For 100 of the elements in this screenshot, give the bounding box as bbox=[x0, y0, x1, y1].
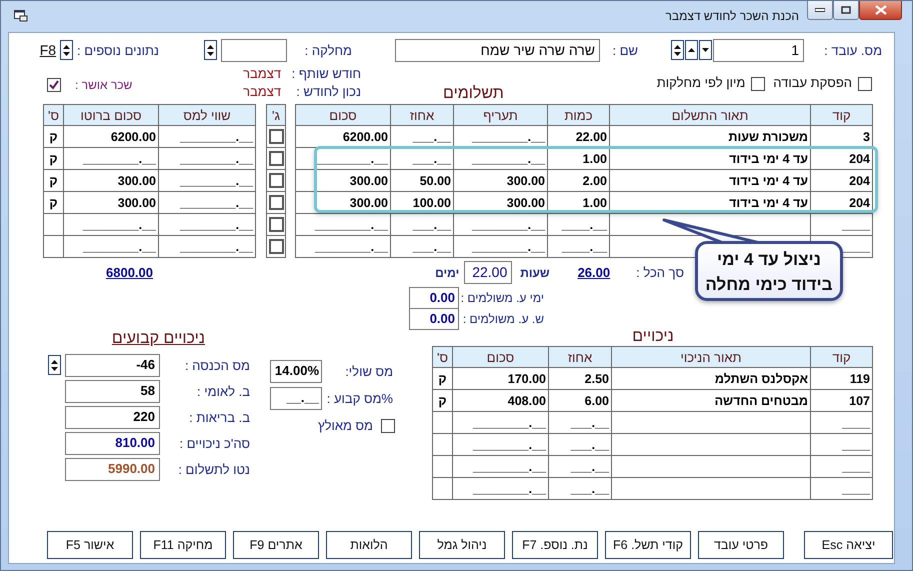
action-button[interactable]: נת. נוספ. F7 bbox=[512, 531, 598, 559]
amount-field[interactable]: 58 bbox=[65, 380, 160, 402]
checkbox[interactable] bbox=[268, 239, 284, 254]
amount-field[interactable]: 810.00 bbox=[65, 432, 160, 454]
spin-button[interactable] bbox=[48, 355, 61, 375]
field-label: מס הכנסה : bbox=[184, 358, 250, 372]
table-cell: עד 4 ימי בידוד bbox=[729, 196, 808, 210]
maximize-button[interactable] bbox=[833, 1, 859, 20]
table-cell: ___.__ bbox=[570, 460, 609, 474]
table-cell: ________.__ bbox=[180, 174, 253, 188]
table-cell: ____ bbox=[842, 416, 870, 430]
checkbox[interactable] bbox=[381, 418, 395, 432]
minimize-button[interactable] bbox=[807, 1, 833, 20]
action-button[interactable]: קודי תשל. F6 bbox=[605, 531, 691, 559]
table-cell: ________.__ bbox=[83, 218, 156, 232]
name-field[interactable]: שרה שרה שיר שמח bbox=[395, 38, 600, 62]
paid-field[interactable]: 0.00 bbox=[409, 308, 459, 330]
field-label: %מס קבוע : bbox=[326, 391, 393, 406]
up-down-arrows-icon bbox=[51, 360, 58, 370]
table-cell: 100.00 bbox=[412, 196, 451, 210]
column-header: אחוז bbox=[548, 346, 612, 368]
maximize-icon bbox=[841, 6, 851, 14]
spin-button[interactable] bbox=[60, 40, 74, 60]
checkbox-label: מס מאולץ bbox=[318, 418, 373, 433]
table-cell: ____ bbox=[842, 482, 870, 496]
table-cell: ________.__ bbox=[180, 196, 253, 210]
department-field[interactable] bbox=[221, 38, 287, 62]
table-cell: ___.__ bbox=[570, 438, 609, 452]
table-cell: 170.00 bbox=[508, 372, 546, 386]
table-cell: ק bbox=[438, 394, 447, 408]
table-cell: מבטחים החדשה bbox=[714, 394, 808, 408]
table-cell: ___.__ bbox=[412, 130, 451, 144]
spin-button[interactable] bbox=[204, 40, 217, 60]
unit-label: שעות bbox=[520, 266, 550, 280]
table-cell: ________.__ bbox=[473, 416, 546, 430]
close-button[interactable] bbox=[859, 1, 902, 20]
table-cell: 300.00 bbox=[506, 196, 545, 210]
minimize-icon bbox=[815, 8, 825, 12]
action-button[interactable]: יציאה Esc bbox=[804, 531, 893, 559]
checkbox-label: שכר אושר : bbox=[75, 78, 132, 92]
total-value[interactable]: 26.00 bbox=[578, 265, 610, 280]
checkbox[interactable] bbox=[751, 77, 766, 91]
amount-field[interactable]: -46 bbox=[65, 354, 160, 376]
action-button[interactable]: אתרים F9 bbox=[233, 531, 319, 559]
table-cell: ק bbox=[49, 152, 58, 166]
table-cell: ק bbox=[49, 174, 58, 188]
table-cell: 22.00 bbox=[576, 130, 607, 144]
table-cell: 408.00 bbox=[508, 394, 546, 408]
table-cell: ________.__ bbox=[472, 218, 545, 232]
up-button[interactable] bbox=[685, 40, 698, 60]
down-button[interactable] bbox=[699, 40, 712, 60]
action-button[interactable]: הלואות bbox=[326, 531, 412, 559]
spin-button[interactable] bbox=[671, 40, 684, 60]
checkbox[interactable] bbox=[268, 129, 284, 144]
table-cell: ________.__ bbox=[83, 240, 156, 254]
field-label: סה'כ ניכויים : bbox=[178, 436, 250, 450]
info-label: נכון לחודש : bbox=[295, 84, 362, 98]
table-cell: 107 bbox=[849, 394, 870, 408]
action-button[interactable]: ניהול גמל bbox=[419, 531, 505, 559]
marginal-tax-field[interactable]: 14.00% bbox=[270, 360, 322, 383]
table-cell: ____ bbox=[842, 460, 870, 474]
table-cell: ____.__ bbox=[562, 218, 607, 232]
column-header: ס' bbox=[432, 346, 452, 368]
section-title: ניכויים bbox=[632, 328, 674, 345]
action-button[interactable]: מחיקה F11 bbox=[140, 531, 226, 559]
checkbox[interactable] bbox=[268, 173, 284, 188]
checkbox[interactable] bbox=[268, 195, 284, 210]
close-icon bbox=[874, 5, 886, 15]
field-label: ש. ע. משולמים : bbox=[462, 312, 544, 326]
table-cell: ___.__ bbox=[570, 482, 609, 496]
table-cell: עד 4 ימי בידוד bbox=[729, 174, 808, 188]
amount-field[interactable]: 5990.00 bbox=[65, 458, 160, 480]
table-cell: אקסלנס השתלמ bbox=[714, 372, 808, 386]
checkbox[interactable] bbox=[268, 217, 284, 232]
gross-total[interactable]: 6800.00 bbox=[106, 265, 153, 280]
fixed-tax-field[interactable]: __.__ bbox=[270, 387, 322, 410]
unit-label: ימים bbox=[435, 266, 460, 280]
up-down-arrows-icon bbox=[207, 44, 214, 56]
table-cell: 2.50 bbox=[584, 372, 609, 386]
table-cell: ________.__ bbox=[180, 130, 253, 144]
table-cell: 300.00 bbox=[506, 174, 545, 188]
table-cell: ________.__ bbox=[473, 438, 546, 452]
table-cell: 1.00 bbox=[582, 196, 607, 210]
checkbox[interactable] bbox=[47, 78, 61, 92]
checkbox[interactable] bbox=[858, 77, 872, 91]
table-cell: 1.00 bbox=[582, 152, 607, 166]
paid-field[interactable]: 0.00 bbox=[409, 286, 459, 308]
table-cell: 300.00 bbox=[118, 196, 156, 210]
amount-field[interactable]: 220 bbox=[65, 406, 160, 428]
month-value: דצמבר bbox=[243, 84, 282, 98]
checkbox-label: הפסקת עבודה bbox=[773, 75, 852, 90]
table-cell: 204 bbox=[849, 152, 870, 166]
action-button[interactable]: פרטי עובד bbox=[698, 531, 784, 559]
hours-field[interactable]: 22.00 bbox=[464, 261, 512, 284]
action-button[interactable]: אישור F5 bbox=[47, 531, 133, 559]
table-cell: 2.00 bbox=[582, 174, 607, 188]
checkbox[interactable] bbox=[268, 151, 284, 166]
employee-number-field[interactable]: 1 bbox=[713, 38, 804, 62]
table-cell: 204 bbox=[849, 174, 870, 188]
column-header: קוד bbox=[810, 346, 872, 368]
